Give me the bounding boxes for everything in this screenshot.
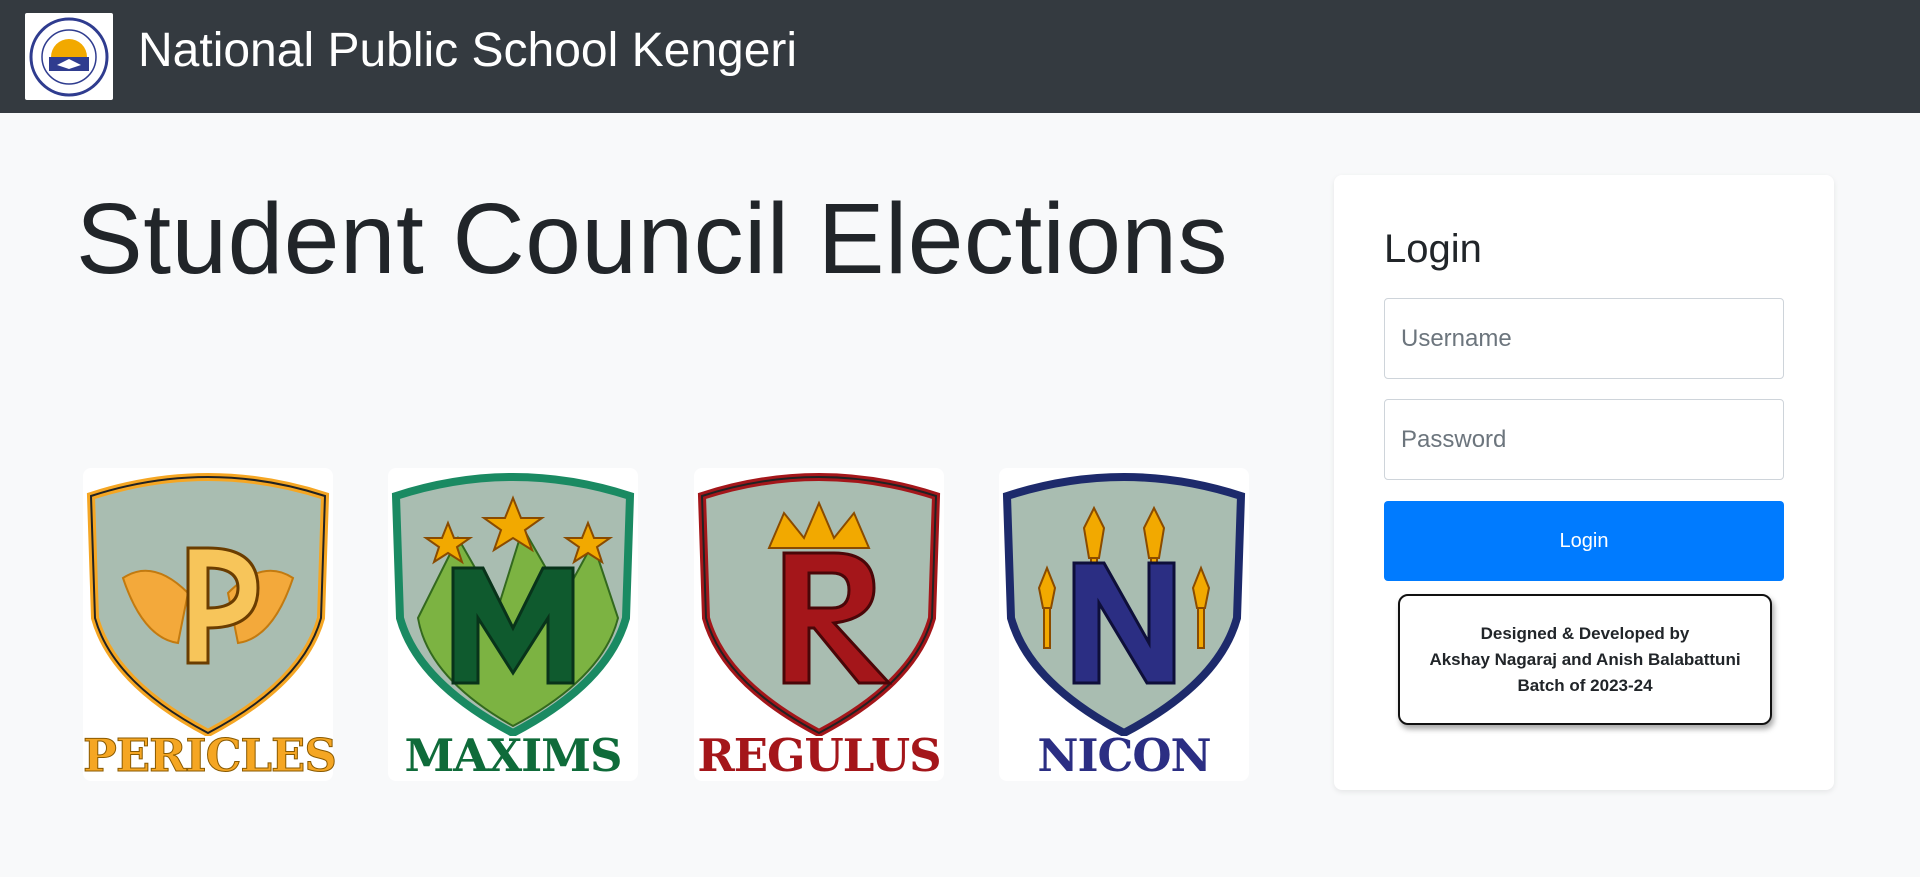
house-name-nicon: NICON — [1037, 729, 1211, 782]
credits-box: Designed & Developed by Akshay Nagaraj a… — [1398, 594, 1772, 725]
login-button[interactable]: Login — [1384, 501, 1784, 581]
maxims-crest-icon — [391, 473, 635, 736]
nicon-crest-icon — [1002, 473, 1246, 736]
username-input[interactable] — [1384, 298, 1784, 379]
login-heading: Login — [1384, 227, 1482, 271]
credits-line-1: Designed & Developed by — [1480, 624, 1690, 643]
top-navbar: National Public School Kengeri — [0, 0, 1920, 113]
house-card-nicon: NICON — [999, 468, 1249, 781]
regulus-crest-icon — [697, 473, 941, 736]
school-emblem-icon[interactable] — [25, 13, 113, 100]
credits-line-3: Batch of 2023-24 — [1517, 676, 1653, 695]
school-name[interactable]: National Public School Kengeri — [138, 22, 797, 80]
house-card-regulus: REGULUS — [694, 468, 944, 781]
pericles-crest-icon — [86, 473, 330, 736]
credits-line-2: Akshay Nagaraj and Anish Balabattuni — [1429, 650, 1741, 669]
house-card-maxims: MAXIMS — [388, 468, 638, 781]
page-title: Student Council Elections — [76, 183, 1229, 295]
password-input[interactable] — [1384, 399, 1784, 480]
house-name-maxims: MAXIMS — [404, 729, 622, 782]
house-logos: PERICLES MAXIMS REGULUS NICON — [83, 468, 1253, 781]
house-name-pericles: PERICLES — [83, 729, 338, 782]
house-card-pericles: PERICLES — [83, 468, 338, 782]
login-card: Login Login Designed & Developed by Aksh… — [1334, 175, 1834, 790]
house-name-regulus: REGULUS — [697, 729, 941, 782]
